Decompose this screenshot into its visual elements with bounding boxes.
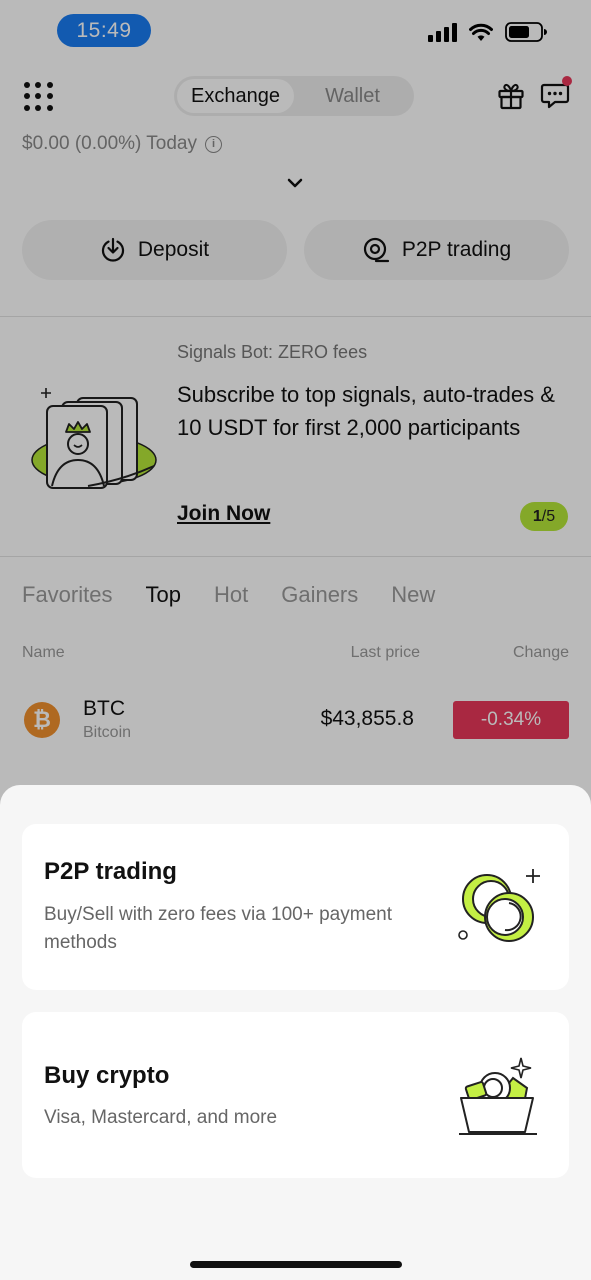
- option-title: P2P trading: [44, 858, 177, 885]
- coins-exchange-icon: [458, 869, 540, 942]
- option-p2p-trading[interactable]: P2P trading Buy/Sell with zero fees via …: [22, 824, 569, 990]
- option-buy-crypto[interactable]: Buy crypto Visa, Mastercard, and more: [22, 1012, 569, 1178]
- option-description: Visa, Mastercard, and more: [44, 1107, 278, 1128]
- home-indicator[interactable]: [190, 1261, 402, 1268]
- option-title: Buy crypto: [44, 1062, 170, 1089]
- wallet-card-icon: [459, 1057, 537, 1135]
- bottom-sheet: P2P trading Buy/Sell with zero fees via …: [0, 785, 591, 1280]
- option-description: Buy/Sell with zero fees via 100+ payment…: [44, 904, 392, 953]
